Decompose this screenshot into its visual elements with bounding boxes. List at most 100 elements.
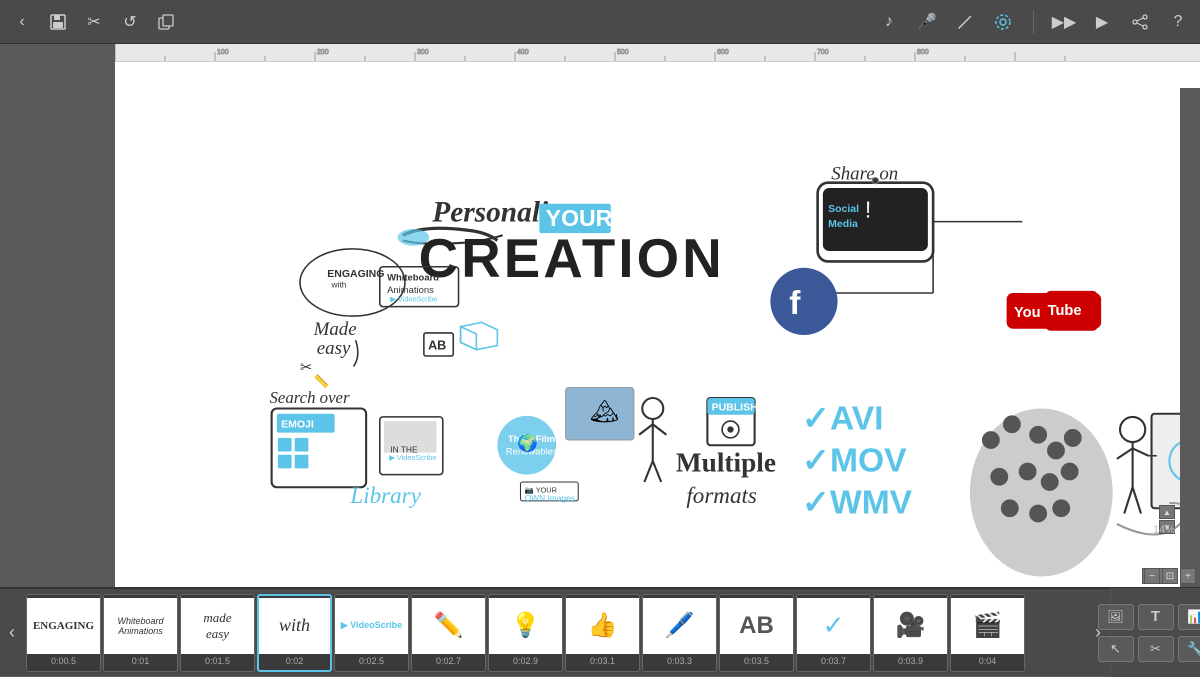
svg-text:300: 300 xyxy=(417,49,429,56)
svg-text:OWN Images: OWN Images xyxy=(525,493,575,503)
main-area: 100 200 300 400 500 600 700 800 xyxy=(0,44,1200,587)
filmstrip-item-4[interactable]: with 0:02 xyxy=(257,594,332,672)
add-image-button[interactable]: 🖼 xyxy=(1098,604,1134,630)
filmstrip-time-2: 0:01 xyxy=(132,654,150,668)
scissors-button[interactable]: ✂ xyxy=(1138,636,1174,662)
svg-text:🏔: 🏔 xyxy=(590,398,619,424)
settings-icon[interactable] xyxy=(991,10,1015,34)
canvas-area[interactable]: 100 200 300 400 500 600 700 800 xyxy=(115,44,1200,587)
filmstrip-thumb-1: ENGAGING xyxy=(27,598,100,654)
filmstrip-item-11[interactable]: ✓ 0:03.7 xyxy=(796,594,871,672)
rsb-row-2: ↖ ✂ 🔧 xyxy=(1098,636,1200,662)
canvas-content[interactable]: Personalise YOUR CREATION ENGAGING with … xyxy=(115,62,1200,587)
play-button[interactable]: ▶ xyxy=(1090,10,1114,34)
undo-button[interactable]: ↺ xyxy=(118,10,142,34)
svg-text:500: 500 xyxy=(617,49,629,56)
filmstrip-item-7[interactable]: 💡 0:02.9 xyxy=(488,594,563,672)
zoom-controls: − ⊡ + xyxy=(1144,568,1196,584)
filmstrip-thumb-3: madeeasy xyxy=(181,598,254,654)
filmstrip-item-2[interactable]: WhiteboardAnimations 0:01 xyxy=(103,594,178,672)
filmstrip-time-1: 0:00.5 xyxy=(51,654,76,668)
help-button[interactable]: ? xyxy=(1166,10,1190,34)
filmstrip-item-5[interactable]: ▶ VideoScribe 0:02.5 xyxy=(334,594,409,672)
filmstrip-item-3[interactable]: madeeasy 0:01.5 xyxy=(180,594,255,672)
filmstrip-time-5: 0:02.5 xyxy=(359,654,384,668)
svg-text:800: 800 xyxy=(917,49,929,56)
scroll-up-button[interactable]: ▲ xyxy=(1159,505,1175,519)
cut-button[interactable]: ✂ xyxy=(82,10,106,34)
zoom-in-button[interactable]: + xyxy=(1180,568,1196,584)
svg-text:Tube: Tube xyxy=(1048,303,1082,319)
draw-icon[interactable] xyxy=(953,10,977,34)
svg-text:Media: Media xyxy=(828,218,858,230)
svg-text:Whiteboard: Whiteboard xyxy=(387,272,439,283)
filmstrip-prev-button[interactable]: ‹ xyxy=(0,588,24,677)
bottom-filmstrip-area: ‹ ENGAGING 0:00.5 WhiteboardAnimations 0… xyxy=(0,587,1200,676)
svg-text:ENGAGING: ENGAGING xyxy=(327,268,384,280)
share-button[interactable] xyxy=(1128,10,1152,34)
svg-text:Social: Social xyxy=(828,203,859,215)
zoom-percent-label: 14% xyxy=(1153,524,1175,536)
filmstrip-thumb-9: 🖊️ xyxy=(643,598,716,654)
filmstrip-item-9[interactable]: 🖊️ 0:03.3 xyxy=(642,594,717,672)
filmstrip-time-11: 0:03.7 xyxy=(821,654,846,668)
filmstrip-thumb-2: WhiteboardAnimations xyxy=(104,598,177,654)
filmstrip-time-10: 0:03.5 xyxy=(744,654,769,668)
back-button[interactable]: ‹ xyxy=(10,10,34,34)
save-button[interactable] xyxy=(46,10,70,34)
filmstrip-thumb-8: 👍 xyxy=(566,598,639,654)
play-preview-button[interactable]: ▶▶ xyxy=(1052,10,1076,34)
canvas-illustration: Personalise YOUR CREATION ENGAGING with … xyxy=(115,62,1200,587)
filmstrip-thumb-13: 🎬 xyxy=(951,598,1024,654)
filmstrip-thumb-11: ✓ xyxy=(797,598,870,654)
music-icon[interactable]: ♪ xyxy=(877,10,901,34)
ruler: 100 200 300 400 500 600 700 800 xyxy=(115,44,1200,62)
filmstrip-time-13: 0:04 xyxy=(979,654,997,668)
svg-text:!: ! xyxy=(865,196,871,222)
svg-text:easy: easy xyxy=(317,338,351,359)
toolbar-right: ♪ 🎤 ▶▶ ▶ ? xyxy=(877,10,1190,34)
add-chart-button[interactable]: 📊 xyxy=(1178,604,1200,630)
filmstrip-item-13[interactable]: 🎬 0:04 xyxy=(950,594,1025,672)
filmstrip-time-4: 0:02 xyxy=(286,654,304,668)
filmstrip-time-9: 0:03.3 xyxy=(667,654,692,668)
voiceover-icon[interactable]: 🎤 xyxy=(915,10,939,34)
filmstrip-item-8[interactable]: 👍 0:03.1 xyxy=(565,594,640,672)
add-text-button[interactable]: T xyxy=(1138,604,1174,630)
svg-text:▶ VideoScribe: ▶ VideoScribe xyxy=(390,294,437,303)
zoom-fit-button[interactable]: ⊡ xyxy=(1162,568,1178,584)
filmstrip-thumb-7: 💡 xyxy=(489,598,562,654)
filmstrip-time-7: 0:02.9 xyxy=(513,654,538,668)
zoom-out-button[interactable]: − xyxy=(1144,568,1160,584)
filmstrip-next-button[interactable]: › xyxy=(1086,588,1110,677)
filmstrip-thumb-6: ✏️ xyxy=(412,598,485,654)
main-toolbar: ‹ ✂ ↺ ♪ 🎤 ▶▶ ▶ xyxy=(0,0,1200,44)
filmstrip-item-10[interactable]: AB 0:03.5 xyxy=(719,594,794,672)
svg-text:PUBLISH: PUBLISH xyxy=(712,402,758,414)
svg-text:Made: Made xyxy=(313,319,357,340)
svg-text:100: 100 xyxy=(217,49,229,56)
filmstrip-thumb-4: with xyxy=(259,598,330,654)
svg-text:700: 700 xyxy=(817,49,829,56)
svg-text:Search over: Search over xyxy=(270,388,350,407)
left-sidebar xyxy=(0,44,115,587)
filmstrip-item-1[interactable]: ENGAGING 0:00.5 xyxy=(26,594,101,672)
filmstrip-item-12[interactable]: 🎥 0:03.9 xyxy=(873,594,948,672)
svg-text:with: with xyxy=(330,280,346,290)
filmstrip-time-12: 0:03.9 xyxy=(898,654,923,668)
filmstrip-time-6: 0:02.7 xyxy=(436,654,461,668)
svg-text:200: 200 xyxy=(317,49,329,56)
filmstrip-time-3: 0:01.5 xyxy=(205,654,230,668)
svg-text:✓WMV: ✓WMV xyxy=(802,485,913,522)
filmstrip-time-8: 0:03.1 xyxy=(590,654,615,668)
filmstrip-thumb-5: ▶ VideoScribe xyxy=(335,598,408,654)
cursor-button[interactable]: ↖ xyxy=(1098,636,1134,662)
copy-button[interactable] xyxy=(154,10,178,34)
filmstrip-thumb-10: AB xyxy=(720,598,793,654)
rsb-row-1: 🖼 T 📊 xyxy=(1098,604,1200,630)
svg-text:600: 600 xyxy=(717,49,729,56)
svg-text:CREATION: CREATION xyxy=(419,228,725,289)
svg-text:✓AVI: ✓AVI xyxy=(802,401,884,438)
misc-button[interactable]: 🔧 xyxy=(1178,636,1200,662)
filmstrip-item-6[interactable]: ✏️ 0:02.7 xyxy=(411,594,486,672)
